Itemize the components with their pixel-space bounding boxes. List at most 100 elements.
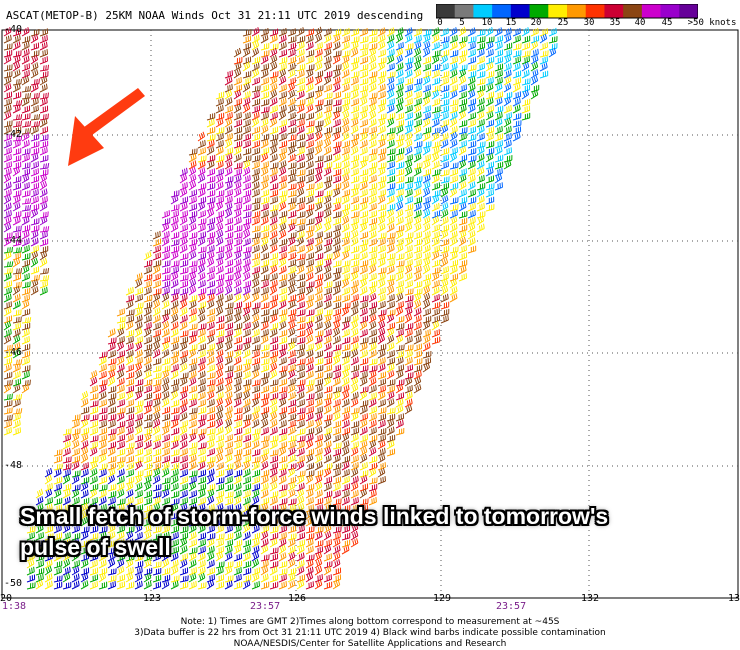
wind-barb <box>197 414 207 422</box>
wind-barb <box>21 27 30 37</box>
wind-barb <box>242 155 252 163</box>
wind-barb <box>39 126 49 135</box>
wind-barb <box>341 328 350 338</box>
wind-barb <box>404 288 414 296</box>
wind-barb <box>332 343 342 352</box>
wind-barb <box>224 476 233 485</box>
wind-barb <box>530 35 540 44</box>
wind-barb <box>233 225 243 233</box>
wind-barb <box>12 78 22 86</box>
wind-barb <box>206 460 215 471</box>
wind-barb <box>89 420 99 429</box>
wind-barb <box>260 147 270 156</box>
wind-barb <box>323 372 333 380</box>
wind-barb <box>197 476 207 485</box>
wind-barb <box>206 406 216 415</box>
wind-barb <box>3 261 14 268</box>
wind-barb <box>377 244 386 254</box>
wind-barb <box>233 76 242 86</box>
wind-barb <box>188 407 198 415</box>
wind-barb <box>332 335 341 345</box>
wind-barb <box>188 260 198 268</box>
wind-barb <box>260 344 270 352</box>
wind-barb <box>449 246 459 254</box>
wind-barb <box>476 174 485 184</box>
wind-barb <box>359 210 369 219</box>
wind-barb <box>21 148 31 156</box>
wind-barb <box>323 70 333 79</box>
wind-barb <box>242 133 252 142</box>
wind-barb <box>431 224 440 233</box>
annotation-callout: Small fetch of storm-force winds linked … <box>20 501 608 563</box>
wind-barb <box>206 364 215 373</box>
wind-barb <box>287 183 297 191</box>
wind-barb <box>143 400 153 408</box>
wind-barb <box>30 195 39 205</box>
wind-barb <box>215 477 225 485</box>
wind-barb <box>53 575 63 583</box>
wind-barb <box>305 225 315 233</box>
wind-barb <box>21 105 31 114</box>
wind-barb <box>377 70 387 79</box>
wind-barb <box>386 379 396 387</box>
wind-barb <box>341 203 351 212</box>
wind-barb <box>30 50 40 58</box>
wind-barb <box>431 160 440 170</box>
wind-barb <box>350 407 360 415</box>
wind-barb <box>350 175 360 184</box>
wind-barb <box>305 218 315 226</box>
wind-barb <box>3 34 12 44</box>
wind-barb <box>269 71 279 79</box>
wind-barb <box>251 203 261 212</box>
wind-barb <box>125 329 135 338</box>
wind-barb <box>359 49 368 58</box>
wind-barb <box>251 379 261 387</box>
wind-barb <box>251 210 261 219</box>
wind-barb <box>197 155 207 163</box>
wind-barb <box>341 273 350 282</box>
wind-barb <box>404 57 414 65</box>
wind-barb <box>332 442 342 450</box>
wind-barb <box>21 287 31 296</box>
wind-barb <box>89 488 98 499</box>
wind-barb <box>179 167 188 177</box>
wind-barb <box>296 253 306 261</box>
wind-barb <box>80 427 90 436</box>
wind-barb <box>170 456 180 464</box>
wind-barb <box>116 468 125 478</box>
wind-barb <box>404 104 413 114</box>
wind-barb <box>404 364 414 373</box>
wind-barb <box>449 187 458 198</box>
wind-barb <box>152 581 162 590</box>
wind-barb <box>269 196 278 205</box>
wind-barb <box>377 98 387 107</box>
wind-barb <box>233 573 242 583</box>
wind-barb <box>107 575 117 583</box>
wind-barb <box>431 308 440 317</box>
wind-barb <box>422 70 432 79</box>
wind-barb <box>359 188 368 198</box>
wind-barb <box>233 126 243 135</box>
wind-barb <box>386 48 395 58</box>
wind-barb <box>548 27 557 37</box>
wind-barb <box>503 104 512 114</box>
wind-barb <box>125 581 135 590</box>
wind-barb <box>377 300 386 310</box>
wind-barb <box>323 253 333 261</box>
wind-barb <box>116 322 126 331</box>
wind-barb <box>206 420 216 429</box>
wind-barb <box>152 483 162 492</box>
wind-barb <box>89 392 99 401</box>
wind-barb <box>395 27 404 37</box>
wind-barb <box>197 210 206 219</box>
wind-barb <box>395 161 405 170</box>
wind-barb <box>260 91 270 100</box>
wind-barb <box>143 421 153 429</box>
wind-barb <box>278 56 288 65</box>
wind-barb <box>197 428 207 436</box>
wind-barb <box>12 316 22 324</box>
wind-barb <box>98 448 107 457</box>
wind-barb <box>80 414 90 422</box>
wind-barb <box>53 567 62 576</box>
wind-barb <box>251 154 261 163</box>
